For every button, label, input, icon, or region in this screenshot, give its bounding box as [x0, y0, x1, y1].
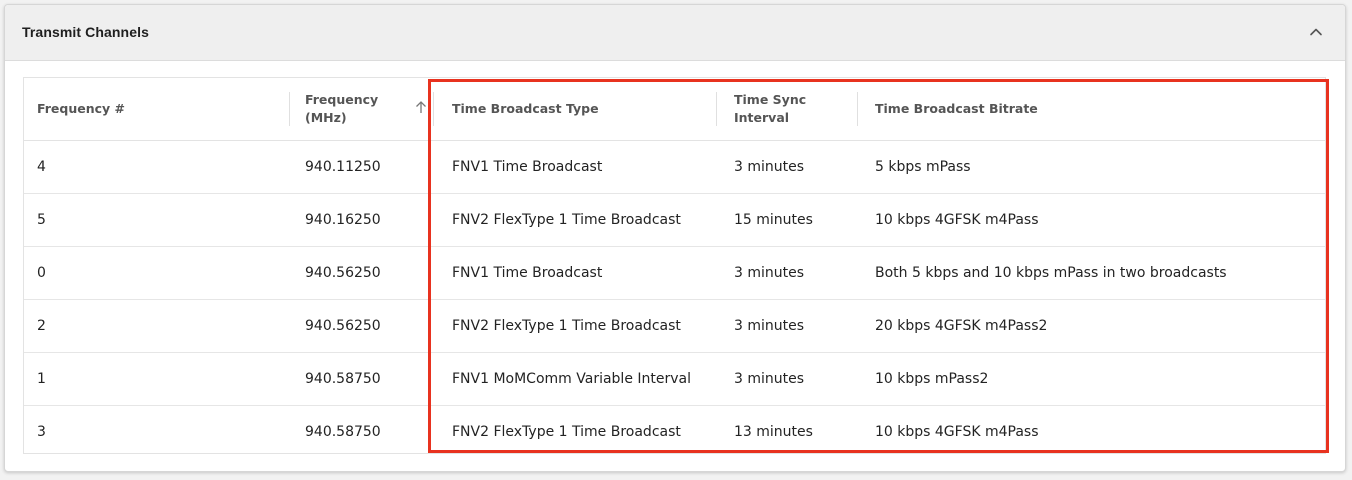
- column-header-label: Time Broadcast Type: [452, 101, 599, 116]
- cell-time-broadcast-type: FNV2 FlexType 1 Time Broadcast: [433, 193, 716, 247]
- collapse-button[interactable]: [1305, 21, 1327, 43]
- column-header-frequency-mhz[interactable]: Frequency (MHz): [289, 78, 433, 141]
- column-header-time-broadcast-bitrate[interactable]: Time Broadcast Bitrate: [857, 78, 1325, 141]
- panel-title: Transmit Channels: [22, 24, 149, 40]
- column-separator: [289, 92, 290, 126]
- table-row[interactable]: 2 940.56250 FNV2 FlexType 1 Time Broadca…: [24, 299, 1325, 353]
- column-header-label: Frequency #: [37, 101, 125, 116]
- table-header-row: Frequency # Frequency (MHz) Time Broadca…: [24, 78, 1325, 141]
- cell-time-broadcast-type: FNV1 MoMComm Variable Interval: [433, 352, 716, 406]
- cell-frequency-mhz: 940.58750: [305, 424, 381, 440]
- cell-time-broadcast-bitrate: 5 kbps mPass: [857, 140, 1325, 194]
- column-header-label-line2: (MHz): [305, 110, 347, 125]
- channels-table: Frequency # Frequency (MHz) Time Broadca…: [23, 77, 1326, 454]
- cell-time-sync-interval: 3 minutes: [716, 299, 857, 353]
- cell-time-broadcast-bitrate: 10 kbps mPass2: [857, 352, 1325, 406]
- panel-header[interactable]: Transmit Channels: [5, 5, 1345, 61]
- cell-time-broadcast-bitrate: Both 5 kbps and 10 kbps mPass in two bro…: [857, 246, 1325, 300]
- cell-time-broadcast-type: FNV1 Time Broadcast: [433, 246, 716, 300]
- cell-time-sync-interval: 3 minutes: [716, 140, 857, 194]
- cell-time-broadcast-bitrate: 20 kbps 4GFSK m4Pass2: [857, 299, 1325, 353]
- arrow-up-icon[interactable]: [415, 100, 427, 114]
- cell-time-sync-interval: 3 minutes: [716, 246, 857, 300]
- cell-time-sync-interval: 15 minutes: [716, 193, 857, 247]
- cell-frequency-mhz: 940.11250: [289, 140, 433, 194]
- table-row[interactable]: 1 940.58750 FNV1 MoMComm Variable Interv…: [24, 352, 1325, 406]
- cell-time-sync-interval: 13 minutes: [734, 424, 813, 440]
- chevron-up-icon: [1310, 28, 1322, 36]
- table-row[interactable]: 4 940.11250 FNV1 Time Broadcast 3 minute…: [24, 140, 1325, 194]
- cell-frequency-number: 2: [24, 299, 289, 353]
- cell-time-sync-interval: 3 minutes: [716, 352, 857, 406]
- column-header-label: Time Sync: [734, 92, 807, 107]
- table-row[interactable]: 0 940.56250 FNV1 Time Broadcast 3 minute…: [24, 246, 1325, 300]
- column-header-time-sync-interval[interactable]: Time Sync Interval: [716, 78, 857, 141]
- cell-frequency-mhz: 940.56250: [289, 246, 433, 300]
- cell-frequency-mhz: 940.58750: [289, 352, 433, 406]
- column-separator: [716, 92, 717, 126]
- cell-frequency-number: 5: [24, 193, 289, 247]
- cell-time-broadcast-bitrate: 10 kbps 4GFSK m4Pass: [875, 424, 1039, 440]
- column-separator: [433, 92, 434, 126]
- cell-frequency-number: 3: [37, 424, 46, 440]
- cell-time-broadcast-type: FNV2 FlexType 1 Time Broadcast: [433, 299, 716, 353]
- table-row[interactable]: 3 940.58750 FNV2 FlexType 1 Time Broadca…: [24, 406, 1325, 459]
- column-header-label: Time Broadcast Bitrate: [875, 101, 1038, 116]
- column-header-label-line2: Interval: [734, 110, 790, 125]
- table-row[interactable]: 5 940.16250 FNV2 FlexType 1 Time Broadca…: [24, 193, 1325, 247]
- cell-frequency-number: 0: [24, 246, 289, 300]
- transmit-channels-panel: Transmit Channels Frequency # Frequency: [4, 4, 1346, 472]
- cell-frequency-mhz: 940.56250: [289, 299, 433, 353]
- cell-frequency-number: 1: [24, 352, 289, 406]
- column-header-label: Frequency: [305, 92, 379, 107]
- cell-frequency-number: 4: [24, 140, 289, 194]
- cell-time-broadcast-type: FNV1 Time Broadcast: [433, 140, 716, 194]
- column-header-time-broadcast-type[interactable]: Time Broadcast Type: [433, 78, 716, 141]
- cell-frequency-mhz: 940.16250: [289, 193, 433, 247]
- cell-time-broadcast-bitrate: 10 kbps 4GFSK m4Pass: [857, 193, 1325, 247]
- column-header-frequency-number[interactable]: Frequency #: [24, 78, 289, 141]
- cell-time-broadcast-type: FNV2 FlexType 1 Time Broadcast: [452, 424, 681, 440]
- column-separator: [857, 92, 858, 126]
